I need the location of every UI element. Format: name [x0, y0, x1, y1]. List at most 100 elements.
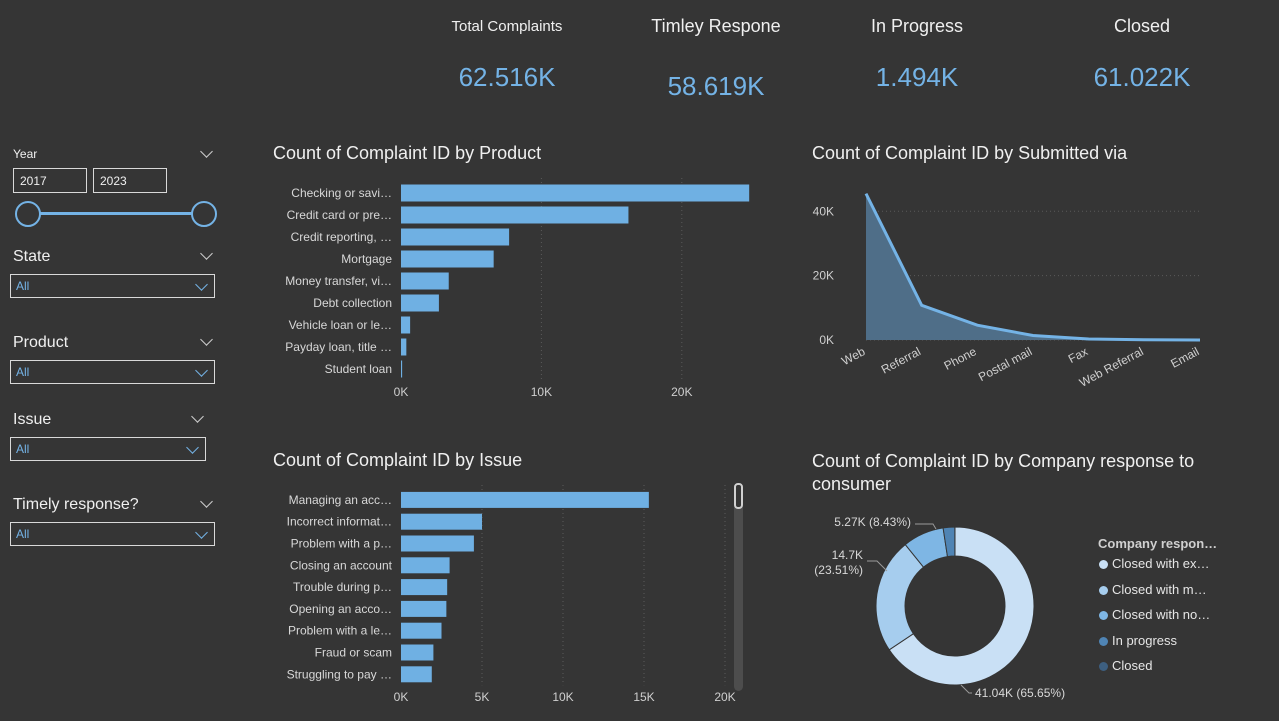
- slice-label: (23.51%): [814, 563, 863, 577]
- bar[interactable]: [401, 666, 432, 683]
- bar[interactable]: [401, 338, 407, 356]
- year-start-input[interactable]: 2017: [13, 168, 87, 193]
- issue-bar-chart: 0K 5K 10K 15K 20K Managing an acc… Incorrect i…: [287, 485, 736, 704]
- chevron-down-icon[interactable]: [200, 145, 213, 158]
- chevron-down-icon[interactable]: [200, 333, 213, 346]
- bar[interactable]: [401, 491, 649, 508]
- slice-label: 14.7K: [832, 548, 863, 562]
- bar[interactable]: [401, 535, 474, 552]
- slice-label: 5.27K (8.43%): [834, 515, 911, 529]
- leader-line: [960, 684, 972, 694]
- scrollbar-thumb[interactable]: [734, 483, 743, 509]
- x-tick-label: Postal mail: [976, 344, 1034, 384]
- submitted-chart-title: Count of Complaint ID by Submitted via: [812, 143, 1128, 163]
- legend-label: Closed with no…: [1112, 607, 1211, 622]
- kpi-closed-value: 61.022K: [1093, 62, 1191, 92]
- x-tick-label: 15K: [633, 690, 654, 704]
- legend-item[interactable]: Closed with no…: [1099, 607, 1210, 622]
- bar[interactable]: [401, 513, 482, 530]
- kpi-in-progress-value: 1.494K: [875, 62, 959, 92]
- bar[interactable]: [401, 360, 403, 378]
- kpi-total-complaints-label: Total Complaints: [451, 18, 563, 35]
- chevron-down-icon[interactable]: [191, 410, 204, 423]
- leader-line: [867, 560, 888, 572]
- chevron-down-icon: [186, 441, 199, 454]
- x-tick-label: 10K: [552, 690, 573, 704]
- legend-dot-icon: [1099, 560, 1108, 569]
- bar[interactable]: [401, 622, 442, 639]
- state-dropdown-value: All: [16, 279, 30, 293]
- product-bar-chart: 0K 10K 20K Checking or savi… Credit card or …: [285, 178, 750, 399]
- chevron-down-icon: [195, 278, 208, 291]
- product-slicer-title: Product: [13, 334, 69, 351]
- slice-label: 41.04K (65.65%): [975, 686, 1065, 700]
- category-label: Closing an account: [290, 558, 393, 572]
- issue-dropdown[interactable]: All: [10, 437, 206, 461]
- bar[interactable]: [401, 250, 494, 268]
- x-tick-label: 10K: [531, 385, 552, 399]
- x-tick-label: 0K: [394, 690, 409, 704]
- kpi-timely-response-value: 58.619K: [667, 71, 765, 101]
- product-chart-title: Count of Complaint ID by Product: [273, 143, 542, 163]
- issue-chart-scrollbar[interactable]: [734, 483, 743, 691]
- legend-item[interactable]: Closed with ex…: [1099, 556, 1210, 571]
- chevron-down-icon[interactable]: [200, 247, 213, 260]
- year-end-input[interactable]: 2023: [93, 168, 167, 193]
- timely-dropdown[interactable]: All: [10, 522, 215, 546]
- issue-chart-title: Count of Complaint ID by Issue: [273, 450, 523, 470]
- legend-item[interactable]: Closed with m…: [1099, 582, 1207, 597]
- legend-label: Closed with m…: [1112, 581, 1207, 597]
- category-label: Incorrect informat…: [287, 515, 392, 529]
- legend-item[interactable]: Closed: [1099, 658, 1152, 673]
- legend-dot-icon: [1099, 585, 1108, 595]
- bar[interactable]: [401, 184, 750, 202]
- category-label: Debt collection: [313, 296, 392, 310]
- x-tick-label: 20K: [671, 385, 692, 399]
- response-chart-title: Count of Complaint ID by Company respons…: [812, 451, 1195, 494]
- bar[interactable]: [401, 294, 439, 312]
- issue-dropdown-value: All: [16, 442, 30, 456]
- x-tick-label: 0K: [394, 385, 409, 399]
- chevron-down-icon[interactable]: [200, 495, 213, 508]
- year-slider-end-handle[interactable]: [191, 201, 217, 227]
- year-slider-track[interactable]: [28, 212, 204, 215]
- legend-dot-icon: [1099, 636, 1108, 646]
- category-label: Mortgage: [341, 252, 392, 266]
- legend-item[interactable]: In progress: [1099, 633, 1177, 648]
- bar[interactable]: [401, 557, 450, 574]
- timely-dropdown-value: All: [16, 527, 30, 541]
- y-tick-label: 0K: [819, 333, 834, 347]
- legend-dot-icon: [1099, 662, 1108, 671]
- donut-legend-title: Company respon…: [1098, 536, 1218, 551]
- bar[interactable]: [401, 228, 510, 246]
- category-label: Opening an acco…: [289, 602, 392, 616]
- category-label: Payday loan, title …: [285, 340, 392, 354]
- category-label: Problem with a le…: [288, 624, 392, 638]
- category-label: Student loan: [325, 362, 392, 376]
- chevron-down-icon: [195, 364, 208, 377]
- leader-line: [915, 523, 937, 530]
- x-tick-label: 20K: [714, 690, 735, 704]
- bar[interactable]: [401, 316, 411, 334]
- bar[interactable]: [401, 272, 449, 290]
- x-tick-label: Email: [1168, 344, 1201, 370]
- kpi-in-progress-label: In Progress: [870, 16, 964, 36]
- category-label: Money transfer, vi…: [285, 274, 392, 288]
- donut-slice[interactable]: [875, 543, 925, 651]
- category-label: Credit reporting, …: [291, 230, 392, 244]
- state-dropdown[interactable]: All: [10, 274, 215, 298]
- bar[interactable]: [401, 579, 448, 596]
- year-slider-start-handle[interactable]: [15, 201, 41, 227]
- bar[interactable]: [401, 206, 629, 224]
- category-label: Vehicle loan or le…: [289, 318, 392, 332]
- bar[interactable]: [401, 644, 434, 661]
- x-tick-label: Phone: [942, 344, 979, 373]
- y-tick-label: 20K: [813, 269, 834, 283]
- kpi-closed-label: Closed: [1113, 16, 1171, 36]
- category-label: Managing an acc…: [289, 493, 392, 507]
- product-dropdown[interactable]: All: [10, 360, 215, 384]
- bar[interactable]: [401, 600, 447, 617]
- x-tick-label: 5K: [475, 690, 490, 704]
- legend-label: Closed with ex…: [1112, 556, 1210, 571]
- x-tick-label: Fax: [1066, 344, 1090, 366]
